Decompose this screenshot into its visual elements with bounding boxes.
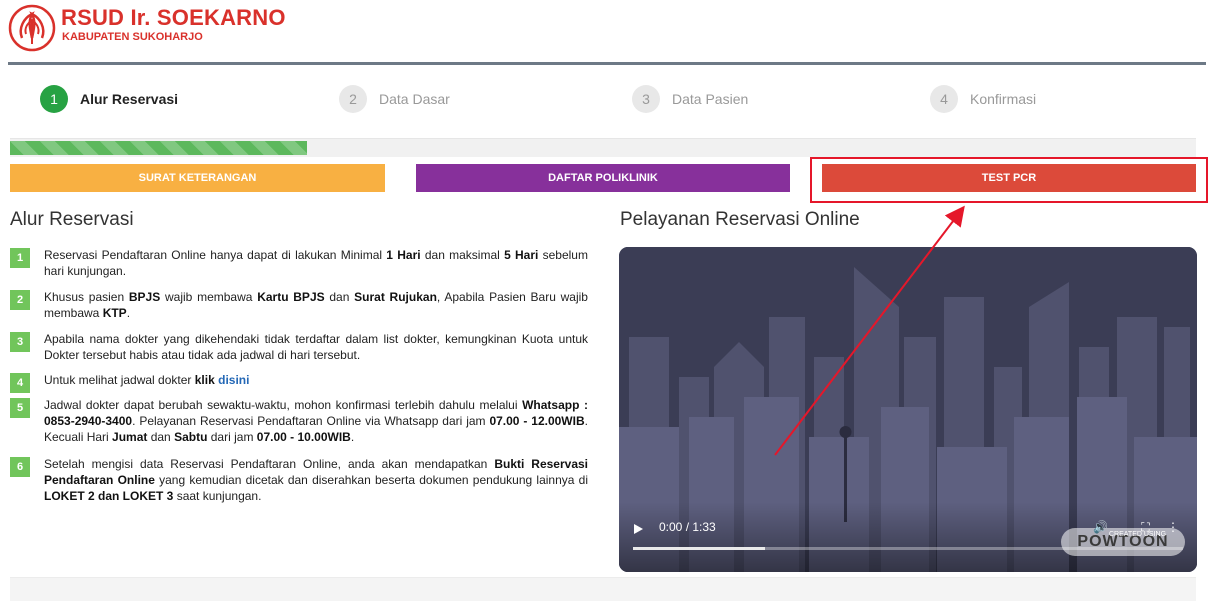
step-alur-reservasi[interactable]: 1 Alur Reservasi — [40, 78, 178, 120]
list-text: Jadwal dokter dapat berubah sewaktu-wakt… — [44, 398, 588, 444]
reservation-stepper: 1 Alur Reservasi 2 Data Dasar 3 Data Pas… — [10, 78, 1196, 120]
alur-reservasi-title: Alur Reservasi — [10, 209, 134, 230]
list-item: 2 Khusus pasien BPJS wajib membawa Kartu… — [10, 289, 588, 321]
video-control-icons: 🔊 ⛶ ⋮ — [1093, 520, 1179, 535]
video-time: 0:00 / 1:33 — [659, 520, 716, 534]
list-badge: 5 — [10, 398, 30, 418]
hospital-logo-icon[interactable] — [8, 4, 56, 52]
list-text: Reservasi Pendaftaran Online hanya dapat… — [44, 248, 588, 278]
jadwal-dokter-link[interactable]: disini — [218, 373, 249, 387]
list-item: 6 Setelah mengisi data Reservasi Pendaft… — [10, 456, 588, 504]
step-label: Data Dasar — [379, 91, 450, 107]
list-item: 1 Reservasi Pendaftaran Online hanya dap… — [10, 247, 588, 279]
list-text: Khusus pasien BPJS wajib membawa Kartu B… — [44, 290, 588, 320]
step-number: 4 — [930, 85, 958, 113]
surat-keterangan-button[interactable]: SURAT KETERANGAN — [10, 164, 385, 192]
header-divider — [8, 62, 1206, 65]
list-item: 3 Apabila nama dokter yang dikehendaki t… — [10, 331, 588, 363]
list-item: 4 Untuk melihat jadwal dokter klik disin… — [10, 372, 588, 393]
list-badge: 1 — [10, 248, 30, 268]
step-label: Data Pasien — [672, 91, 749, 107]
list-item: 5 Jadwal dokter dapat berubah sewaktu-wa… — [10, 397, 588, 445]
list-badge: 3 — [10, 332, 30, 352]
footer-bar — [10, 577, 1196, 601]
daftar-poliklinik-button[interactable]: DAFTAR POLIKLINIK — [416, 164, 790, 192]
step-number: 3 — [632, 85, 660, 113]
step-number: 2 — [339, 85, 367, 113]
site-header: RSUD Ir. SOEKARNO KABUPATEN SUKOHARJO — [0, 0, 1213, 62]
brand-name: RSUD Ir. SOEKARNO — [61, 5, 286, 30]
progress-track — [10, 138, 1196, 157]
highlight-annotation-box — [810, 157, 1208, 203]
video-controls: 0:00 / 1:33 CREATED USING POWTOON 🔊 ⛶ ⋮ — [619, 502, 1197, 572]
list-text: Apabila nama dokter yang dikehendaki tid… — [44, 332, 588, 362]
video-scrubber-played — [633, 547, 765, 550]
list-badge: 2 — [10, 290, 30, 310]
step-data-dasar[interactable]: 2 Data Dasar — [339, 78, 450, 120]
pelayanan-title: Pelayanan Reservasi Online — [620, 209, 860, 230]
fullscreen-icon[interactable]: ⛶ — [1141, 520, 1149, 534]
progress-bar — [10, 141, 307, 155]
play-icon[interactable] — [634, 524, 643, 534]
step-number: 1 — [40, 85, 68, 113]
list-text: Setelah mengisi data Reservasi Pendaftar… — [44, 457, 589, 503]
step-konfirmasi[interactable]: 4 Konfirmasi — [930, 78, 1036, 120]
brand-subtitle: KABUPATEN SUKOHARJO — [62, 31, 203, 43]
step-label: Konfirmasi — [970, 91, 1037, 107]
more-options-icon[interactable]: ⋮ — [1167, 520, 1179, 534]
step-label: Alur Reservasi — [80, 91, 179, 107]
video-player[interactable]: 0:00 / 1:33 CREATED USING POWTOON 🔊 ⛶ ⋮ — [619, 247, 1197, 572]
list-badge: 4 — [10, 373, 30, 393]
list-text: Untuk melihat jadwal dokter klik disini — [44, 373, 250, 387]
volume-icon[interactable]: 🔊 — [1093, 520, 1108, 534]
step-data-pasien[interactable]: 3 Data Pasien — [632, 78, 748, 120]
list-badge: 6 — [10, 457, 30, 477]
